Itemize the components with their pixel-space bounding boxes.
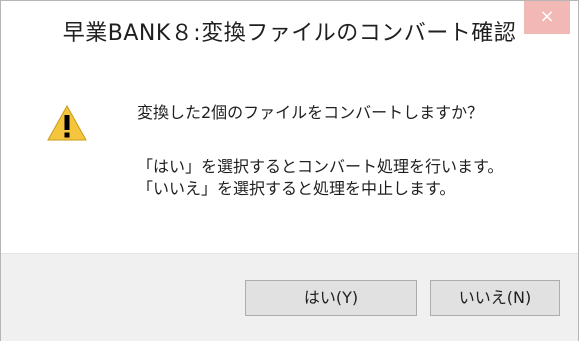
confirm-question: 変換した2個のファイルをコンバートしますか？ <box>137 103 484 122</box>
title-bar: 早業BANK８:変換ファイルのコンバート確認 × <box>1 1 578 61</box>
button-bar: はい(Y) いいえ(N) <box>1 253 578 341</box>
confirm-dialog: 早業BANK８:変換ファイルのコンバート確認 × 変換した2個のファイルをコンバ… <box>0 0 579 341</box>
yes-button[interactable]: はい(Y) <box>245 280 417 316</box>
detail-line-yes: 「はい」を選択するとコンバート処理を行います。 <box>137 157 504 176</box>
no-button[interactable]: いいえ(N) <box>430 280 560 316</box>
detail-line-no: 「いいえ」を選択すると処理を中止します。 <box>137 179 456 198</box>
window-title: 早業BANK８:変換ファイルのコンバート確認 <box>62 21 517 46</box>
close-button[interactable]: × <box>524 1 570 34</box>
warning-icon <box>47 105 87 141</box>
confirm-detail: 「はい」を選択するとコンバート処理を行います。 「いいえ」を選択すると処理を中止… <box>137 156 503 200</box>
dialog-content: 変換した2個のファイルをコンバートしますか？ 「はい」を選択するとコンバート処理… <box>1 61 578 253</box>
